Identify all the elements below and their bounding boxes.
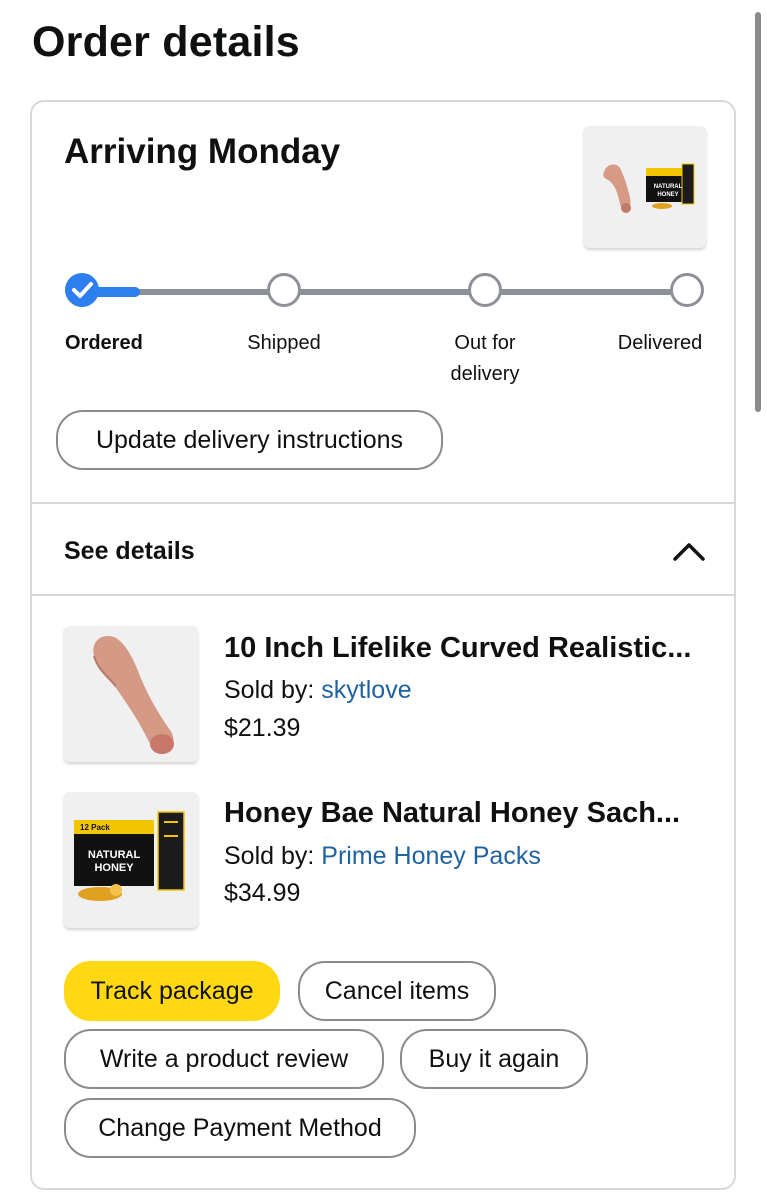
item-seller-line: Sold by: Prime Honey Packs: [224, 842, 541, 871]
product-image-icon: [93, 636, 174, 754]
change-payment-method-button[interactable]: Change Payment Method: [64, 1098, 416, 1158]
shipment-thumbnail[interactable]: NATURAL HONEY: [584, 126, 706, 248]
product-images-icon: NATURAL HONEY: [603, 163, 695, 213]
honey-box-brand-line1: NATURAL: [654, 184, 683, 190]
track-package-button[interactable]: Track package: [64, 961, 280, 1021]
item-thumbnail[interactable]: 12 Pack NATURAL HONEY: [64, 792, 198, 928]
item-title[interactable]: 10 Inch Lifelike Curved Realistic...: [224, 632, 714, 665]
update-delivery-instructions-button[interactable]: Update delivery instructions: [56, 410, 443, 470]
see-details-label: See details: [64, 537, 195, 565]
honey-box-brand-line2: HONEY: [657, 192, 678, 198]
item-price: $34.99: [224, 879, 301, 907]
chevron-up-icon: [673, 543, 705, 561]
progress-track: [102, 289, 674, 295]
see-details-toggle[interactable]: See details: [32, 504, 734, 594]
page-title: Order details: [32, 18, 300, 66]
step-shipped-label: Shipped: [247, 332, 321, 354]
step-out-for-delivery-label: Out for delivery: [430, 328, 540, 390]
sold-by-label: Sold by:: [224, 842, 315, 870]
item-price: $21.39: [224, 714, 301, 742]
sold-by-label: Sold by:: [224, 676, 315, 704]
honey-box-brand-line1: NATURAL: [88, 849, 141, 861]
step-out-for-delivery-line2: delivery: [450, 363, 520, 385]
arrival-status: Arriving Monday: [64, 132, 341, 171]
seller-link[interactable]: Prime Honey Packs: [321, 842, 541, 870]
step-out-for-delivery-dot: [468, 273, 502, 307]
seller-link[interactable]: skytlove: [321, 676, 411, 704]
step-shipped-dot: [267, 273, 301, 307]
step-delivered-dot: [670, 273, 704, 307]
buy-it-again-button[interactable]: Buy it again: [400, 1029, 588, 1089]
divider: [32, 594, 734, 596]
item-seller-line: Sold by: skytlove: [224, 676, 412, 705]
step-delivered-label: Delivered: [617, 332, 703, 354]
cancel-items-button[interactable]: Cancel items: [298, 961, 496, 1021]
write-product-review-button[interactable]: Write a product review: [64, 1029, 384, 1089]
step-ordered-label: Ordered: [65, 332, 143, 354]
product-image-icon: 12 Pack NATURAL HONEY: [74, 811, 185, 901]
checkmark-icon: [72, 282, 93, 298]
honey-box-pack-text: 12 Pack: [80, 823, 110, 832]
step-ordered-dot: [65, 273, 99, 307]
honey-box-brand-line2: HONEY: [94, 862, 134, 874]
order-card: Arriving Monday NATURAL HONEY Ordered Sh…: [30, 100, 736, 1190]
item-title[interactable]: Honey Bae Natural Honey Sach...: [224, 797, 714, 830]
step-out-for-delivery-line1: Out for: [454, 332, 516, 354]
scrollbar[interactable]: [755, 12, 761, 412]
item-thumbnail[interactable]: [64, 626, 198, 762]
